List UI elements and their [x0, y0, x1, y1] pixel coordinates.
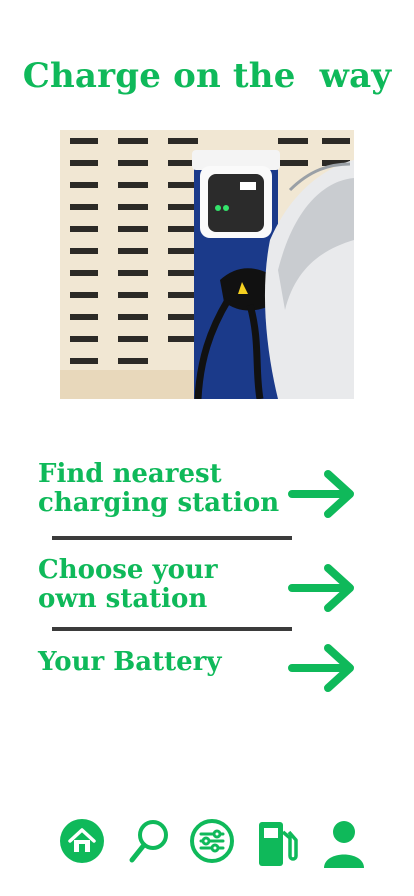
sliders-icon[interactable] [189, 818, 235, 868]
menu-item-label: Choose your own station [38, 556, 293, 614]
menu-item-label-line2: own station [38, 584, 208, 614]
menu-item-label-line1: Your Battery [38, 647, 222, 677]
fuel-pump-icon[interactable] [256, 818, 298, 872]
bottom-nav [0, 818, 414, 878]
menu-item-label: Your Battery [38, 648, 293, 677]
home-icon[interactable] [59, 818, 105, 868]
menu-item-label-line2: charging station [38, 488, 280, 518]
menu-item-find-nearest[interactable]: Find nearest charging station [38, 460, 378, 522]
arrow-right-icon[interactable] [288, 564, 356, 616]
menu-item-label: Find nearest charging station [38, 460, 293, 518]
user-icon[interactable] [322, 818, 366, 872]
divider [52, 627, 292, 631]
menu-item-your-battery[interactable]: Your Battery [38, 644, 378, 696]
divider [52, 536, 292, 540]
arrow-right-icon[interactable] [288, 644, 356, 696]
menu-item-label-line1: Find nearest [38, 459, 222, 489]
arrow-right-icon[interactable] [288, 470, 356, 522]
page-title: Charge on the way [22, 56, 392, 96]
menu-item-choose-station[interactable]: Choose your own station [38, 556, 378, 618]
menu-item-label-line1: Choose your [38, 555, 218, 585]
search-icon[interactable] [128, 818, 170, 870]
hero-image [60, 130, 354, 399]
